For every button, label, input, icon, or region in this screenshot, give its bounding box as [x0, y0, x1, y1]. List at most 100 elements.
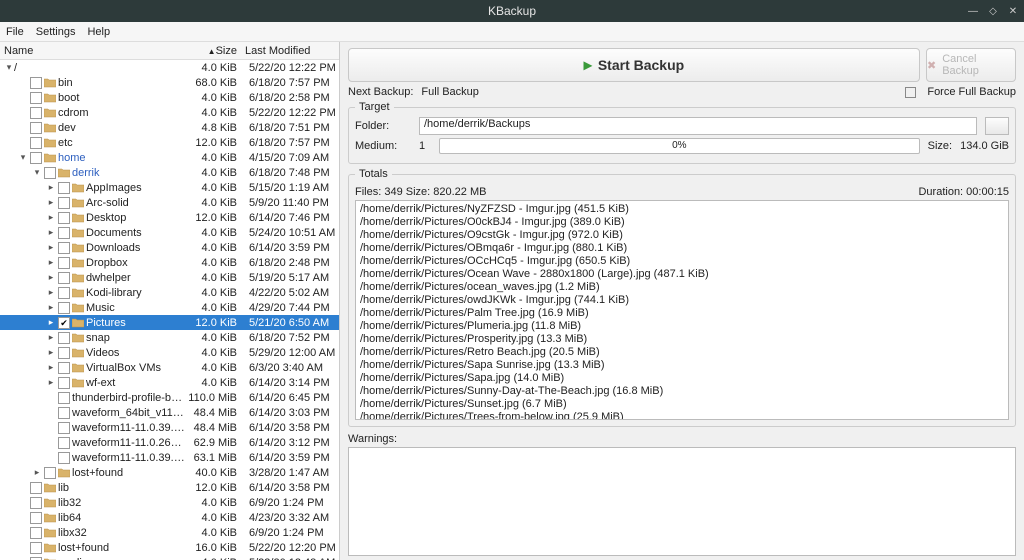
- collapse-icon[interactable]: ▾: [4, 62, 14, 73]
- include-checkbox[interactable]: [30, 152, 42, 164]
- backup-log[interactable]: /home/derrik/Pictures/NyZFZSD - Imgur.jp…: [355, 200, 1009, 420]
- menu-settings[interactable]: Settings: [36, 26, 76, 38]
- include-checkbox[interactable]: [30, 482, 42, 494]
- include-checkbox[interactable]: ✔: [58, 317, 70, 329]
- expand-icon[interactable]: ▸: [46, 212, 56, 223]
- tree-row[interactable]: lib12.0 KiB6/14/20 3:58 PM: [0, 480, 339, 495]
- include-checkbox[interactable]: [58, 332, 70, 344]
- tree-row[interactable]: waveform11-11.0.39.tgz63.1 MiB6/14/20 3:…: [0, 450, 339, 465]
- tree-row[interactable]: ▸snap4.0 KiB6/18/20 7:52 PM: [0, 330, 339, 345]
- tree-row[interactable]: waveform_64bit_v11.0.26.deb48.4 MiB6/14/…: [0, 405, 339, 420]
- include-checkbox[interactable]: [30, 77, 42, 89]
- tree-row[interactable]: ▸Desktop12.0 KiB6/14/20 7:46 PM: [0, 210, 339, 225]
- tree-row[interactable]: thunderbird-profile-backup-06_14_2020.ta…: [0, 390, 339, 405]
- collapse-icon[interactable]: ▾: [32, 167, 42, 178]
- maximize-icon[interactable]: ◇: [986, 4, 1000, 18]
- start-backup-button[interactable]: ▸ Start Backup: [348, 48, 920, 82]
- menu-file[interactable]: File: [6, 26, 24, 38]
- folder-input[interactable]: /home/derrik/Backups: [419, 117, 977, 135]
- tree-row[interactable]: ▸Documents4.0 KiB5/24/20 10:51 AM: [0, 225, 339, 240]
- expand-icon[interactable]: ▸: [46, 317, 56, 328]
- tree-row[interactable]: dev4.8 KiB6/18/20 7:51 PM: [0, 120, 339, 135]
- close-icon[interactable]: ✕: [1006, 4, 1020, 18]
- include-checkbox[interactable]: [44, 167, 56, 179]
- include-checkbox[interactable]: [30, 527, 42, 539]
- include-checkbox[interactable]: [58, 272, 70, 284]
- minimize-icon[interactable]: ―: [966, 4, 980, 18]
- tree-row[interactable]: etc12.0 KiB6/18/20 7:57 PM: [0, 135, 339, 150]
- tree-row[interactable]: waveform11-11.0.26-2.x86_64.rpm62.9 MiB6…: [0, 435, 339, 450]
- tree-row[interactable]: ▸Arc-solid4.0 KiB5/9/20 11:40 PM: [0, 195, 339, 210]
- tree-row[interactable]: ▸✔Pictures12.0 KiB5/21/20 6:50 AM: [0, 315, 339, 330]
- expand-icon[interactable]: ▸: [46, 287, 56, 298]
- tree-row[interactable]: ▸Dropbox4.0 KiB6/18/20 2:48 PM: [0, 255, 339, 270]
- expand-icon[interactable]: ▸: [46, 242, 56, 253]
- expand-icon[interactable]: ▸: [46, 272, 56, 283]
- folder-browse-button[interactable]: [985, 117, 1009, 135]
- tree-row[interactable]: ▸media4.0 KiB5/23/20 12:48 AM: [0, 555, 339, 560]
- tree-row[interactable]: ▸AppImages4.0 KiB5/15/20 1:19 AM: [0, 180, 339, 195]
- force-full-backup-checkbox[interactable]: [905, 87, 916, 98]
- include-checkbox[interactable]: [30, 122, 42, 134]
- tree-row[interactable]: cdrom4.0 KiB5/22/20 12:22 PM: [0, 105, 339, 120]
- expand-icon[interactable]: ▸: [46, 347, 56, 358]
- warnings-box[interactable]: [348, 447, 1016, 556]
- include-checkbox[interactable]: [30, 542, 42, 554]
- menu-help[interactable]: Help: [87, 26, 110, 38]
- tree-row[interactable]: bin68.0 KiB6/18/20 7:57 PM: [0, 75, 339, 90]
- tree-row[interactable]: ▾home4.0 KiB4/15/20 7:09 AM: [0, 150, 339, 165]
- include-checkbox[interactable]: [30, 497, 42, 509]
- include-checkbox[interactable]: [44, 467, 56, 479]
- expand-icon[interactable]: ▸: [46, 377, 56, 388]
- collapse-icon[interactable]: ▾: [18, 152, 28, 163]
- tree-body[interactable]: ▾/4.0 KiB5/22/20 12:22 PMbin68.0 KiB6/18…: [0, 60, 339, 560]
- expand-icon[interactable]: ▸: [32, 467, 42, 478]
- include-checkbox[interactable]: [58, 242, 70, 254]
- include-checkbox[interactable]: [58, 437, 70, 449]
- include-checkbox[interactable]: [58, 302, 70, 314]
- include-checkbox[interactable]: [58, 347, 70, 359]
- expand-icon[interactable]: ▸: [46, 182, 56, 193]
- tree-row[interactable]: ▸dwhelper4.0 KiB5/19/20 5:17 AM: [0, 270, 339, 285]
- tree-row[interactable]: ▸wf-ext4.0 KiB6/14/20 3:14 PM: [0, 375, 339, 390]
- include-checkbox[interactable]: [58, 287, 70, 299]
- include-checkbox[interactable]: [58, 197, 70, 209]
- tree-row[interactable]: ▸VirtualBox VMs4.0 KiB6/3/20 3:40 AM: [0, 360, 339, 375]
- col-name[interactable]: Name: [0, 45, 185, 57]
- include-checkbox[interactable]: [58, 392, 70, 404]
- tree-row[interactable]: lib644.0 KiB4/23/20 3:32 AM: [0, 510, 339, 525]
- include-checkbox[interactable]: [58, 407, 70, 419]
- include-checkbox[interactable]: [58, 182, 70, 194]
- include-checkbox[interactable]: [58, 452, 70, 464]
- include-checkbox[interactable]: [30, 512, 42, 524]
- expand-icon[interactable]: ▸: [46, 332, 56, 343]
- tree-row[interactable]: ▸lost+found40.0 KiB3/28/20 1:47 AM: [0, 465, 339, 480]
- include-checkbox[interactable]: [58, 362, 70, 374]
- tree-row[interactable]: ▸Videos4.0 KiB5/29/20 12:00 AM: [0, 345, 339, 360]
- tree-row[interactable]: waveform11-11.0.39.deb48.4 MiB6/14/20 3:…: [0, 420, 339, 435]
- include-checkbox[interactable]: [58, 227, 70, 239]
- include-checkbox[interactable]: [58, 212, 70, 224]
- tree-row[interactable]: boot4.0 KiB6/18/20 2:58 PM: [0, 90, 339, 105]
- tree-row[interactable]: ▸Kodi-library4.0 KiB4/22/20 5:02 AM: [0, 285, 339, 300]
- tree-row[interactable]: lib324.0 KiB6/9/20 1:24 PM: [0, 495, 339, 510]
- cancel-backup-button[interactable]: ✖ Cancel Backup: [926, 48, 1016, 82]
- include-checkbox[interactable]: [58, 257, 70, 269]
- include-checkbox[interactable]: [58, 377, 70, 389]
- expand-icon[interactable]: ▸: [46, 257, 56, 268]
- include-checkbox[interactable]: [58, 422, 70, 434]
- tree-row[interactable]: ▾derrik4.0 KiB6/18/20 7:48 PM: [0, 165, 339, 180]
- col-date[interactable]: Last Modified: [241, 45, 339, 57]
- include-checkbox[interactable]: [30, 557, 42, 560]
- col-size[interactable]: ▲Size: [185, 45, 241, 57]
- expand-icon[interactable]: ▸: [46, 362, 56, 373]
- include-checkbox[interactable]: [30, 137, 42, 149]
- tree-row[interactable]: ▾/4.0 KiB5/22/20 12:22 PM: [0, 60, 339, 75]
- tree-row[interactable]: ▸Downloads4.0 KiB6/14/20 3:59 PM: [0, 240, 339, 255]
- expand-icon[interactable]: ▸: [46, 197, 56, 208]
- expand-icon[interactable]: ▸: [46, 302, 56, 313]
- tree-row[interactable]: ▸Music4.0 KiB4/29/20 7:44 PM: [0, 300, 339, 315]
- tree-row[interactable]: libx324.0 KiB6/9/20 1:24 PM: [0, 525, 339, 540]
- tree-row[interactable]: lost+found16.0 KiB5/22/20 12:20 PM: [0, 540, 339, 555]
- expand-icon[interactable]: ▸: [46, 227, 56, 238]
